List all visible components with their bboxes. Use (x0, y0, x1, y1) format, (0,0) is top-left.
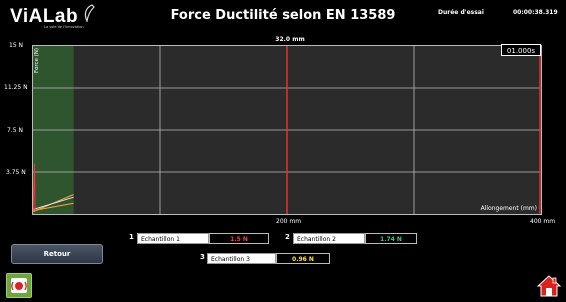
alarm-icon (11, 278, 27, 293)
sample-2-name: Echantillon 2 (293, 233, 365, 244)
alarm-button[interactable] (6, 273, 32, 298)
current-position-label: 32.0 mm (275, 36, 305, 43)
sample-3-name: Echantillon 3 (207, 253, 276, 264)
x-axis-label: Allongement (mm) (480, 205, 537, 212)
sample-1-value: 1.5 N (209, 233, 269, 244)
y-axis-label: Force (N) (34, 47, 40, 73)
sample-3-number: 3 (200, 253, 205, 261)
timer-display: 01.000s (501, 44, 541, 56)
retour-button[interactable]: Retour (11, 244, 103, 264)
sample-2-number: 2 (285, 233, 290, 241)
x-tick-label: 400 mm (530, 218, 556, 225)
home-button[interactable] (536, 274, 562, 298)
sample-2-value: 1.74 N (365, 233, 417, 244)
sample-1-number: 1 (129, 233, 134, 241)
test-duration-value: 00:00:38.319 (513, 9, 558, 16)
logo-tagline: La voie de l'innovation (44, 25, 84, 29)
test-duration-label: Durée d'essai (438, 9, 484, 16)
force-chart: Force (N) Allongement (mm) (32, 45, 542, 215)
x-tick-label: 200 mm (276, 218, 302, 225)
home-icon (536, 275, 562, 297)
chart-canvas (33, 46, 541, 214)
sample-3-value: 0.96 N (276, 253, 330, 264)
sample-1-name: Echantillon 1 (137, 233, 209, 244)
y-tick-label: 11.25 N (4, 84, 28, 91)
